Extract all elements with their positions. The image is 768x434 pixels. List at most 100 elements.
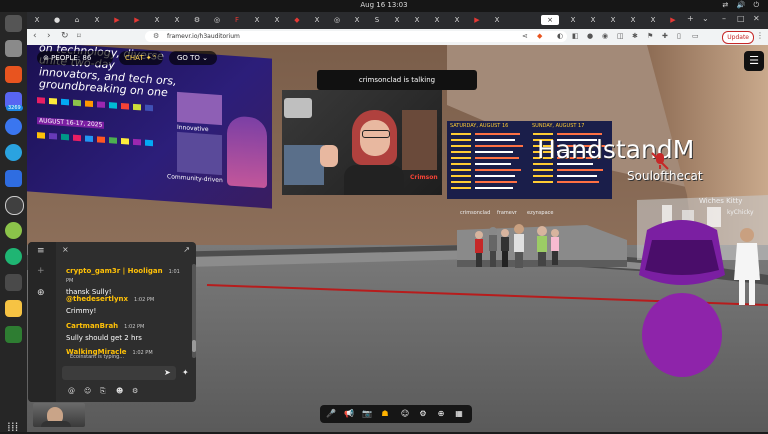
mic-off-icon[interactable]: 🎤	[324, 407, 338, 421]
camera-icon[interactable]: 📷	[360, 407, 374, 421]
browser-tab[interactable]: X	[607, 15, 619, 25]
self-webcam-preview[interactable]	[33, 403, 85, 427]
send-icon[interactable]: ➤	[164, 368, 171, 377]
browser-tab[interactable]: X	[391, 15, 403, 25]
browser-tab[interactable]: ⚙	[191, 15, 203, 25]
bookmark-icon[interactable]: ⌑	[77, 32, 81, 40]
reload-icon[interactable]: ↻	[61, 31, 69, 41]
back-arrow-icon[interactable]: ‹	[33, 31, 37, 41]
avatar-icon[interactable]: ☗	[378, 407, 392, 421]
system-tray[interactable]: ⇄ 🔊 ⏻	[722, 1, 762, 10]
standing-avatar[interactable]	[727, 225, 767, 310]
browser-tab[interactable]: S	[371, 15, 383, 25]
browser-tab[interactable]: X	[567, 15, 579, 25]
browser-tab[interactable]: X	[31, 15, 43, 25]
browser-tab[interactable]: X	[311, 15, 323, 25]
docs-icon[interactable]	[5, 170, 22, 187]
apps-grid-icon[interactable]: ▦	[452, 407, 466, 421]
sidebar-icon[interactable]: ▯	[677, 32, 681, 40]
browser-tab[interactable]: ●	[51, 15, 63, 25]
close-window-icon[interactable]: ✕	[753, 14, 760, 23]
url-field[interactable]: ⚙ framevr.io/h3auditorium	[145, 31, 567, 42]
message-user[interactable]: CartmanBrah	[66, 322, 118, 330]
stage-avatars[interactable]	[467, 215, 567, 285]
browser-tab[interactable]: X	[587, 15, 599, 25]
browser-tab[interactable]: ▶	[471, 15, 483, 25]
browser-tab[interactable]: ▶	[667, 15, 679, 25]
hamburger-menu-button[interactable]: ☰	[744, 51, 764, 71]
browser-tab[interactable]: X	[171, 15, 183, 25]
extension-icon[interactable]: ◉	[602, 32, 608, 40]
sync-icon[interactable]	[5, 248, 22, 265]
attach-icon[interactable]: ⎘	[100, 387, 106, 396]
maximize-window-icon[interactable]: □	[737, 14, 745, 23]
close-chat-icon[interactable]: ×	[62, 245, 69, 254]
chat-button[interactable]: CHAT ✦⌃	[119, 51, 163, 65]
browser-tab[interactable]: X	[91, 15, 103, 25]
globe-icon[interactable]: ⊕	[37, 288, 45, 298]
browser-menu-icon[interactable]: ⋮	[756, 31, 764, 40]
inkscape-icon[interactable]	[5, 222, 22, 239]
terminal-icon[interactable]	[5, 15, 22, 32]
chat-scrollbar[interactable]	[192, 264, 196, 358]
extension-icon[interactable]: ✱	[632, 32, 638, 40]
video-screen[interactable]: Crimson	[282, 90, 442, 195]
mention-icon[interactable]: @	[68, 387, 75, 395]
browser-tab[interactable]: X	[351, 15, 363, 25]
browser-tab[interactable]: X	[251, 15, 263, 25]
new-tab-icon[interactable]: +	[687, 14, 694, 23]
wallet-icon[interactable]: ▭	[692, 32, 699, 40]
extensions-puzzle-icon[interactable]: ✚	[662, 32, 668, 40]
forward-arrow-icon[interactable]: ›	[47, 31, 51, 41]
browser-tab[interactable]: X	[451, 15, 463, 25]
active-tab-close-icon[interactable]: ×	[541, 15, 559, 25]
chat-settings-icon[interactable]: ⚙	[132, 387, 138, 395]
sticker-icon[interactable]: ☻	[116, 387, 123, 395]
people-button[interactable]: ⊚ PEOPLE: 86	[37, 51, 113, 65]
share-icon[interactable]: ⋖	[522, 32, 528, 40]
browser-tab[interactable]: ◆	[291, 15, 303, 25]
extension-icon[interactable]: ●	[587, 32, 593, 40]
message-user[interactable]: crypto_gam3r | Hooligan	[66, 267, 163, 275]
extension-icon[interactable]: ◧	[572, 32, 579, 40]
browser-tab[interactable]: X	[647, 15, 659, 25]
goto-button[interactable]: GO TO ⌄	[169, 51, 217, 65]
obs-icon[interactable]	[5, 196, 24, 215]
browser-tab[interactable]: ▶	[131, 15, 143, 25]
site-settings-icon[interactable]: ⚙	[153, 31, 159, 42]
add-content-icon[interactable]: ⊕	[434, 407, 448, 421]
browser-tab[interactable]: X	[431, 15, 443, 25]
browser-tab[interactable]: X	[151, 15, 163, 25]
update-button[interactable]: Update	[722, 31, 754, 44]
purple-avatar[interactable]	[627, 215, 737, 380]
browser-tab[interactable]: X	[491, 15, 503, 25]
expand-chat-icon[interactable]: ↗	[183, 245, 190, 254]
megaphone-icon[interactable]: 📢	[342, 407, 356, 421]
emoji-icon[interactable]: ☺	[84, 387, 91, 395]
brave-icon[interactable]	[5, 66, 22, 83]
emoji-reaction-icon[interactable]: ☺	[398, 407, 412, 421]
menu-icon[interactable]: ≡	[37, 246, 45, 256]
browser-tab[interactable]: X	[271, 15, 283, 25]
scrollbar-thumb[interactable]	[192, 340, 196, 352]
extension-icon[interactable]: ◐	[557, 32, 563, 40]
signal-icon[interactable]	[5, 118, 22, 135]
browser-tab[interactable]: X	[411, 15, 423, 25]
browser-tab[interactable]: ▶	[111, 15, 123, 25]
extension-icon[interactable]: ⚑	[647, 32, 653, 40]
files-icon[interactable]	[5, 40, 22, 57]
brave-shields-icon[interactable]: ◆	[537, 32, 542, 40]
ai-sparkle-icon[interactable]: ✦	[182, 368, 189, 377]
browser-tab[interactable]: ⌂	[71, 15, 83, 25]
notes-icon[interactable]	[5, 300, 22, 317]
telegram-icon[interactable]	[5, 144, 22, 161]
browser-tab[interactable]: X	[627, 15, 639, 25]
minimize-window-icon[interactable]: –	[722, 14, 726, 23]
system-clock[interactable]: Aug 16 13:03	[0, 1, 768, 9]
message-user[interactable]: @thedesertlynx	[66, 295, 128, 303]
trash-icon[interactable]	[5, 326, 22, 343]
settings-icon[interactable]: ⚙	[416, 407, 430, 421]
browser-tab[interactable]: F	[231, 15, 243, 25]
browser-tab[interactable]: ◎	[331, 15, 343, 25]
browser-tab[interactable]: ◎	[211, 15, 223, 25]
